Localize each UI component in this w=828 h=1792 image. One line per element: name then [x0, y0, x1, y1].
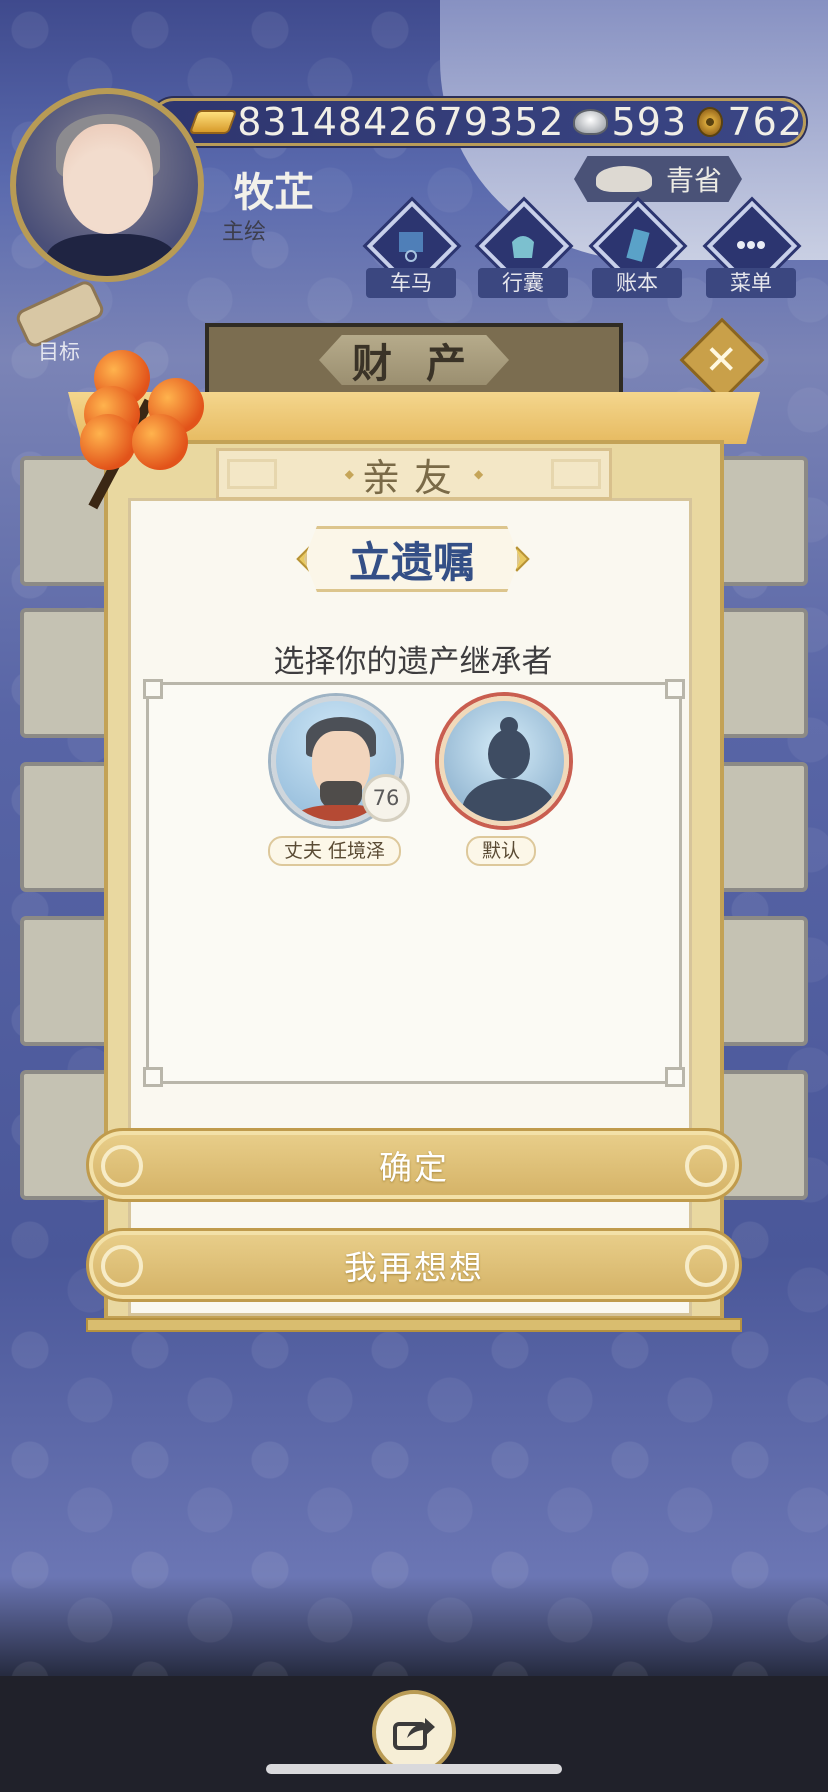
- box-corner: [665, 1067, 685, 1087]
- dialog-title: 立遗嘱: [304, 526, 520, 592]
- silver-amount: 593: [611, 100, 688, 144]
- goal-label: 目标: [38, 340, 80, 364]
- nav-baggage-button[interactable]: 行囊: [472, 200, 572, 306]
- gold-ingot-icon: [188, 110, 238, 134]
- box-corner: [665, 679, 685, 699]
- confirm-button[interactable]: 确定: [86, 1128, 742, 1202]
- heir-option-husband[interactable]: 76 丈夫 任境泽: [266, 696, 410, 866]
- reconsider-button[interactable]: 我再想想: [86, 1228, 742, 1302]
- silhouette-body: [462, 779, 556, 821]
- box-corner: [143, 1067, 163, 1087]
- nav-carriage-button[interactable]: 车马: [360, 200, 460, 306]
- nav-ledger-button[interactable]: 账本: [586, 200, 686, 306]
- age-badge: 76: [362, 774, 410, 822]
- orange-decoration: [132, 414, 188, 470]
- reconsider-label: 我再想想: [344, 1248, 484, 1287]
- close-icon: ✕: [704, 337, 739, 384]
- share-button[interactable]: [372, 1690, 456, 1774]
- heir-option-default[interactable]: 默认: [434, 696, 574, 866]
- player-title: 主绘: [222, 220, 267, 245]
- heir-portrait-selected: [439, 696, 569, 826]
- ledger-book-icon: [626, 228, 650, 262]
- confirm-label: 确定: [379, 1148, 449, 1187]
- header-ornament: [227, 459, 277, 489]
- nav-menu-label: 菜单: [706, 268, 796, 298]
- more-dots-icon: [737, 241, 765, 249]
- location-button[interactable]: 青省: [574, 156, 742, 202]
- copper-coin-icon: [697, 107, 724, 137]
- heir-name-husband: 丈夫 任境泽: [268, 836, 402, 866]
- heir-name-default: 默认: [466, 836, 537, 866]
- nav-menu-button[interactable]: 菜单: [700, 200, 800, 306]
- banner-title: 财 产: [319, 335, 509, 385]
- nav-ledger-label: 账本: [592, 268, 682, 298]
- nav-carriage-label: 车马: [366, 268, 456, 298]
- heir-selection-box: [143, 679, 685, 1087]
- header-ornament: [551, 459, 601, 489]
- swirl-ornament-icon: [101, 1145, 143, 1187]
- swirl-ornament-icon: [101, 1245, 143, 1287]
- box-corner: [143, 679, 163, 699]
- gold-amount: 8314842679352: [237, 100, 565, 144]
- dialog-base: [86, 1318, 742, 1332]
- dialog-prompt: 选择你的遗产继承者: [273, 644, 553, 680]
- orange-decoration: [80, 414, 136, 470]
- avatar-robe: [46, 234, 176, 276]
- silver-ingot-icon: [572, 109, 608, 135]
- swirl-ornament-icon: [685, 1145, 727, 1187]
- player-avatar[interactable]: [10, 88, 204, 282]
- player-name: 牧芷: [234, 170, 314, 216]
- tab-relatives[interactable]: 亲友: [294, 450, 534, 500]
- location-label: 青省: [665, 164, 722, 197]
- copper-amount: 762: [727, 100, 803, 144]
- tab-relatives-label: 亲友: [361, 455, 466, 500]
- asset-banner: 财 产: [205, 323, 623, 397]
- nav-baggage-label: 行囊: [478, 268, 568, 298]
- swirl-ornament-icon: [685, 1245, 727, 1287]
- pouch-icon: [512, 236, 534, 258]
- mortar-icon: [596, 166, 652, 192]
- carriage-icon: [399, 232, 423, 262]
- goal-button[interactable]: 目标: [13, 276, 107, 366]
- avatar-face: [63, 124, 153, 234]
- currency-bar: 8314842679352 593 762: [150, 98, 806, 146]
- share-icon: [393, 1718, 435, 1750]
- silhouette-head: [488, 729, 530, 779]
- home-indicator[interactable]: [266, 1764, 562, 1774]
